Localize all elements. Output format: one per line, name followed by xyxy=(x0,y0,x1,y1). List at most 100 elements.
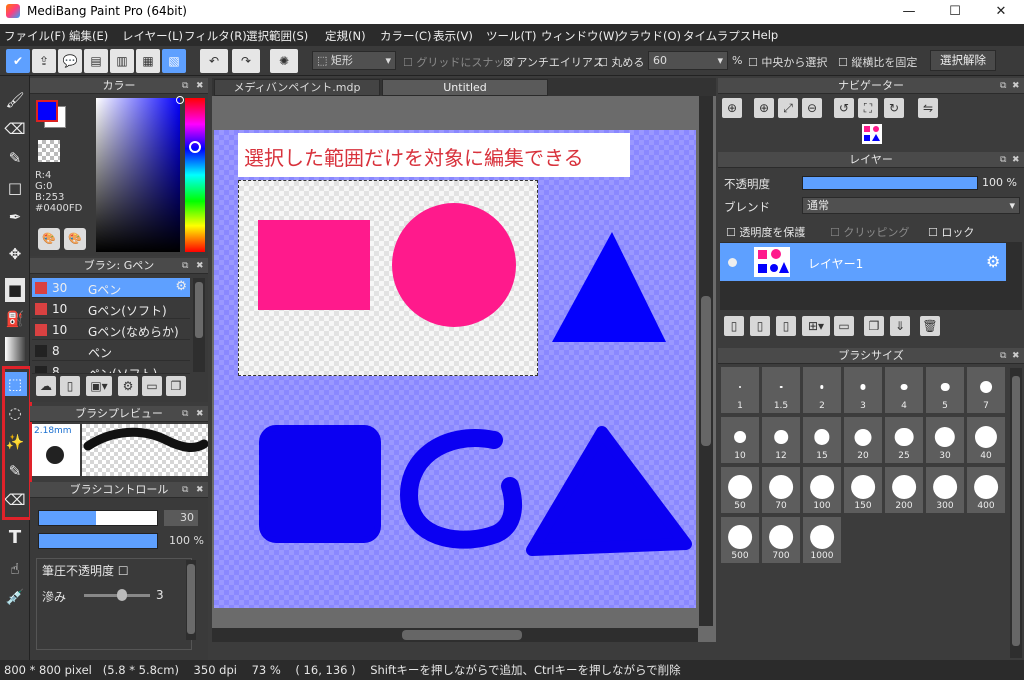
dot-eraser-icon[interactable]: ✎ xyxy=(3,146,27,170)
undock-icon[interactable]: ⧉ xyxy=(182,78,188,94)
transparent-color-swatch[interactable] xyxy=(38,140,60,162)
brush-size-scrollbar[interactable] xyxy=(1010,368,1022,658)
protect-alpha-checkbox[interactable]: ☐ 透明度を保護 xyxy=(726,224,805,240)
operation-tool-icon[interactable]: ☝ xyxy=(3,557,27,581)
from-center-checkbox[interactable]: ☐ 中央から選択 xyxy=(748,54,827,70)
blend-mode-select[interactable]: 通常 ▾ xyxy=(802,197,1020,214)
canvas-horizontal-scrollbar[interactable] xyxy=(212,628,698,642)
brush-size-preset[interactable]: 400 xyxy=(966,466,1006,514)
brush-item[interactable]: 8 ペン(ソフト) xyxy=(32,362,190,374)
new-1bit-layer-icon[interactable]: ▯ xyxy=(776,316,796,336)
document-icon[interactable]: ▥ xyxy=(110,49,134,73)
cloud-download-icon[interactable]: ☁ xyxy=(36,376,56,396)
brush-size-preset[interactable]: 20 xyxy=(843,416,883,464)
material-icon[interactable]: ▦ xyxy=(136,49,160,73)
fit-screen-icon[interactable]: ⤢ xyxy=(778,98,798,118)
grid-snap-checkbox[interactable]: ☐ グリッドにスナップ xyxy=(403,54,515,70)
minimize-button[interactable]: — xyxy=(886,0,932,24)
brush-opacity-slider[interactable] xyxy=(38,533,158,549)
folder-icon[interactable]: ▭ xyxy=(142,376,162,396)
saturation-value-picker[interactable] xyxy=(96,98,180,252)
foreground-color-swatch[interactable] xyxy=(36,100,58,122)
brush-size-value[interactable]: 30 xyxy=(164,510,198,526)
bucket-tool-icon[interactable]: ⛽ xyxy=(3,307,27,331)
panel-layout-icon[interactable]: ▧ xyxy=(162,49,186,73)
reset-view-icon[interactable]: ⛶ xyxy=(858,98,878,118)
close-panel-icon[interactable]: ✖ xyxy=(1012,78,1020,94)
brush-size-preset[interactable]: 30 xyxy=(925,416,965,464)
lock-checkbox[interactable]: ☐ ロック xyxy=(928,224,974,240)
brush-item[interactable]: 10 Gペン(ソフト) xyxy=(32,299,190,319)
close-panel-icon[interactable]: ✖ xyxy=(196,482,204,498)
undock-icon[interactable]: ⧉ xyxy=(1000,348,1006,364)
brush-size-preset[interactable]: 1000 xyxy=(802,516,842,564)
zoom-in-alt-icon[interactable]: ⊕ xyxy=(754,98,774,118)
menu-help[interactable]: Help xyxy=(752,28,778,42)
menu-view[interactable]: 表示(V) xyxy=(433,28,473,44)
palette-edit-icon[interactable]: 🎨 xyxy=(64,228,86,250)
undo-icon[interactable]: ↶ xyxy=(200,49,228,73)
brush-size-preset[interactable]: 200 xyxy=(884,466,924,514)
new-layer-icon[interactable]: ▯ xyxy=(724,316,744,336)
canvas-vertical-scrollbar[interactable] xyxy=(699,96,713,626)
add-brush-menu-icon[interactable]: ▣▾ xyxy=(86,376,112,396)
menu-filter[interactable]: フィルタ(R) xyxy=(184,28,247,44)
move-tool-icon[interactable]: ✥ xyxy=(3,242,27,266)
brush-size-preset[interactable]: 3 xyxy=(843,366,883,414)
layer-row[interactable]: レイヤー1 ⚙ xyxy=(720,243,1006,281)
merge-layer-icon[interactable]: ⇓ xyxy=(890,316,910,336)
brush-size-preset[interactable]: 15 xyxy=(802,416,842,464)
brush-control-scrollbar[interactable] xyxy=(186,560,196,640)
hue-slider-handle[interactable] xyxy=(189,141,201,153)
palette-icon[interactable]: 🎨 xyxy=(38,228,60,250)
tab-untitled[interactable]: Untitled xyxy=(382,79,548,96)
gear-icon[interactable]: ⚙ xyxy=(175,279,187,294)
gradient-tool-icon[interactable] xyxy=(5,337,25,361)
menu-timelapse[interactable]: タイムラプス xyxy=(683,28,751,44)
scrollbar-thumb[interactable] xyxy=(701,296,711,446)
brush-size-preset[interactable]: 1.5 xyxy=(761,366,801,414)
brush-size-preset[interactable]: 40 xyxy=(966,416,1006,464)
new-brush-icon[interactable]: ▯ xyxy=(60,376,80,396)
rounded-checkbox[interactable]: ☐ 丸める xyxy=(598,54,644,70)
deselect-button[interactable]: 選択解除 xyxy=(930,50,996,71)
close-panel-icon[interactable]: ✖ xyxy=(1012,152,1020,168)
close-panel-icon[interactable]: ✖ xyxy=(196,406,204,422)
rotate-left-icon[interactable]: ↺ xyxy=(834,98,854,118)
menu-file[interactable]: ファイル(F) xyxy=(4,28,66,44)
brush-size-preset[interactable]: 150 xyxy=(843,466,883,514)
brush-size-preset[interactable]: 4 xyxy=(884,366,924,414)
zoom-in-icon[interactable]: ⊕ xyxy=(722,98,742,118)
scrollbar-thumb[interactable] xyxy=(187,564,195,634)
visibility-icon[interactable] xyxy=(728,258,737,267)
navigator-thumbnail[interactable] xyxy=(862,124,882,144)
close-button[interactable]: ✕ xyxy=(978,0,1024,24)
menu-ruler[interactable]: 定規(N) xyxy=(325,28,366,44)
layer-opacity-slider[interactable] xyxy=(802,176,978,190)
undock-icon[interactable]: ⧉ xyxy=(182,482,188,498)
blur-slider-handle[interactable] xyxy=(117,589,127,601)
brush-settings-icon[interactable]: ⚙ xyxy=(118,376,138,396)
brush-size-slider[interactable] xyxy=(38,510,158,526)
undock-icon[interactable]: ⧉ xyxy=(1000,152,1006,168)
brush-size-preset[interactable]: 2 xyxy=(802,366,842,414)
menu-cloud[interactable]: クラウド(O) xyxy=(617,28,681,44)
cloud-check-icon[interactable]: ✔ xyxy=(6,49,30,73)
menu-layer[interactable]: レイヤー(L) xyxy=(122,28,183,44)
brush-item[interactable]: 10 Gペン(なめらか) xyxy=(32,320,190,340)
duplicate-icon[interactable]: ❐ xyxy=(166,376,186,396)
menu-color[interactable]: カラー(C) xyxy=(380,28,432,44)
duplicate-layer-icon[interactable]: ❐ xyxy=(864,316,884,336)
close-panel-icon[interactable]: ✖ xyxy=(196,78,204,94)
brush-size-preset[interactable]: 70 xyxy=(761,466,801,514)
menu-selection[interactable]: 選択範囲(S) xyxy=(246,28,308,44)
zoom-out-icon[interactable]: ⊖ xyxy=(802,98,822,118)
new-8bit-layer-icon[interactable]: ▯ xyxy=(750,316,770,336)
close-panel-icon[interactable]: ✖ xyxy=(196,258,204,274)
brush-size-preset[interactable]: 500 xyxy=(720,516,760,564)
undock-icon[interactable]: ⧉ xyxy=(182,406,188,422)
brush-size-preset[interactable]: 1 xyxy=(720,366,760,414)
trash-icon[interactable]: 🗑 xyxy=(920,316,940,336)
brush-size-preset[interactable]: 100 xyxy=(802,466,842,514)
brush-list-scrollbar[interactable] xyxy=(193,278,205,372)
